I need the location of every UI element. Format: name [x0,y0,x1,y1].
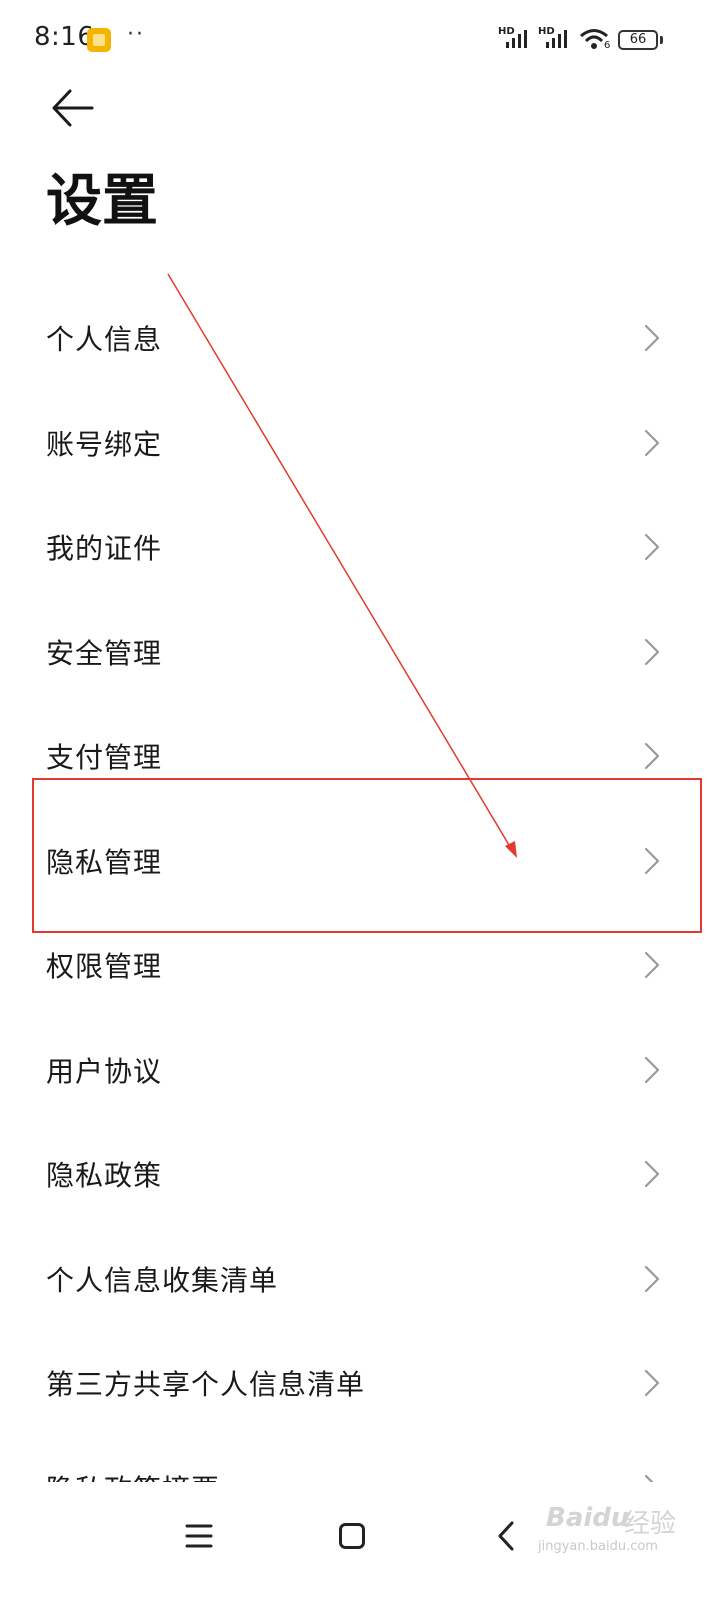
menu-item-security[interactable]: 安全管理 [0,600,720,705]
menu-item-my-documents[interactable]: 我的证件 [0,495,720,600]
menu-item-account-binding[interactable]: 账号绑定 [0,391,720,496]
menu-item-info-collection-list[interactable]: 个人信息收集清单 [0,1227,720,1332]
wifi-sub-label: 6 [604,40,611,51]
menu-item-privacy-policy[interactable]: 隐私政策 [0,1122,720,1227]
menu-item-label: 个人信息收集清单 [46,1263,279,1297]
chevron-right-icon [644,952,660,979]
system-nav-bar [0,1482,720,1600]
battery-icon: 66 [618,30,658,50]
home-icon [339,1523,365,1549]
menu-item-privacy[interactable]: 隐私管理 [0,809,720,914]
home-button[interactable] [324,1508,380,1564]
menu-item-label: 隐私管理 [46,845,163,879]
back-arrow-icon [52,89,94,127]
signal-icon-2 [546,30,567,48]
chevron-right-icon [644,429,660,456]
back-button[interactable] [44,82,100,134]
menu-item-label: 安全管理 [46,636,163,670]
back-icon [498,1521,514,1551]
menu-item-label: 个人信息 [46,323,163,357]
menu-item-label: 支付管理 [46,741,163,775]
menu-item-personal-info[interactable]: 个人信息 [0,286,720,391]
chevron-right-icon [644,1056,660,1083]
menu-item-label: 第三方共享个人信息清单 [46,1368,366,1402]
chevron-right-icon [644,325,660,352]
nav-back-button[interactable] [478,1508,534,1564]
chevron-right-icon [644,847,660,874]
more-notifications-indicator: ·· [127,22,145,47]
recent-apps-button[interactable] [171,1508,227,1564]
chevron-right-icon [644,743,660,770]
menu-item-permissions[interactable]: 权限管理 [0,913,720,1018]
settings-menu: 个人信息 账号绑定 我的证件 安全管理 支付管理 隐私管理 权限管理 用户协议 … [0,286,720,1482]
chevron-right-icon [644,1265,660,1292]
menu-item-label: 用户协议 [46,1054,163,1088]
page-title: 设置 [46,169,158,234]
menu-item-label: 权限管理 [46,950,163,984]
menu-item-label: 我的证件 [46,532,163,566]
battery-tip [660,36,663,44]
menu-item-label: 隐私政策摘要 [46,1468,220,1482]
menu-item-privacy-policy-summary[interactable]: 隐私政策摘要 [0,1436,720,1482]
menu-icon [185,1524,213,1548]
status-bar: 8:16 ·· HD HD 6 66 [0,0,720,80]
status-time: 8:16 [34,22,95,52]
chevron-right-icon [644,1370,660,1397]
signal-icon-1 [506,30,527,48]
gallery-notification-icon [87,28,111,52]
menu-item-label: 隐私政策 [46,1159,163,1193]
menu-item-third-party-sharing-list[interactable]: 第三方共享个人信息清单 [0,1331,720,1436]
menu-item-user-agreement[interactable]: 用户协议 [0,1018,720,1123]
chevron-right-icon [644,1161,660,1188]
chevron-right-icon [644,638,660,665]
menu-item-payment[interactable]: 支付管理 [0,704,720,809]
chevron-right-icon [644,534,660,561]
chevron-right-icon [644,1474,654,1482]
menu-item-label: 账号绑定 [46,427,163,461]
